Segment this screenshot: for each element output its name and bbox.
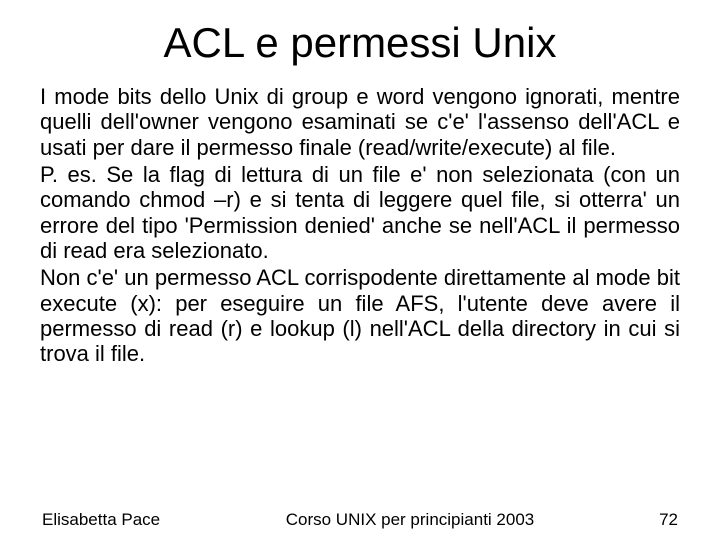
body-paragraph-1: I mode bits dello Unix di group e word v… [40, 84, 680, 160]
body-paragraph-2: P. es. Se la flag di lettura di un file … [40, 162, 680, 263]
footer-course: Corso UNIX per principianti 2003 [202, 511, 618, 530]
slide-title: ACL e permessi Unix [40, 20, 680, 66]
slide-body: I mode bits dello Unix di group e word v… [40, 84, 680, 507]
footer-author: Elisabetta Pace [42, 511, 202, 530]
footer-page-number: 72 [618, 511, 678, 530]
slide: ACL e permessi Unix I mode bits dello Un… [0, 0, 720, 540]
slide-footer: Elisabetta Pace Corso UNIX per principia… [40, 507, 680, 530]
body-paragraph-3: Non c'e' un permesso ACL corrispodente d… [40, 265, 680, 366]
